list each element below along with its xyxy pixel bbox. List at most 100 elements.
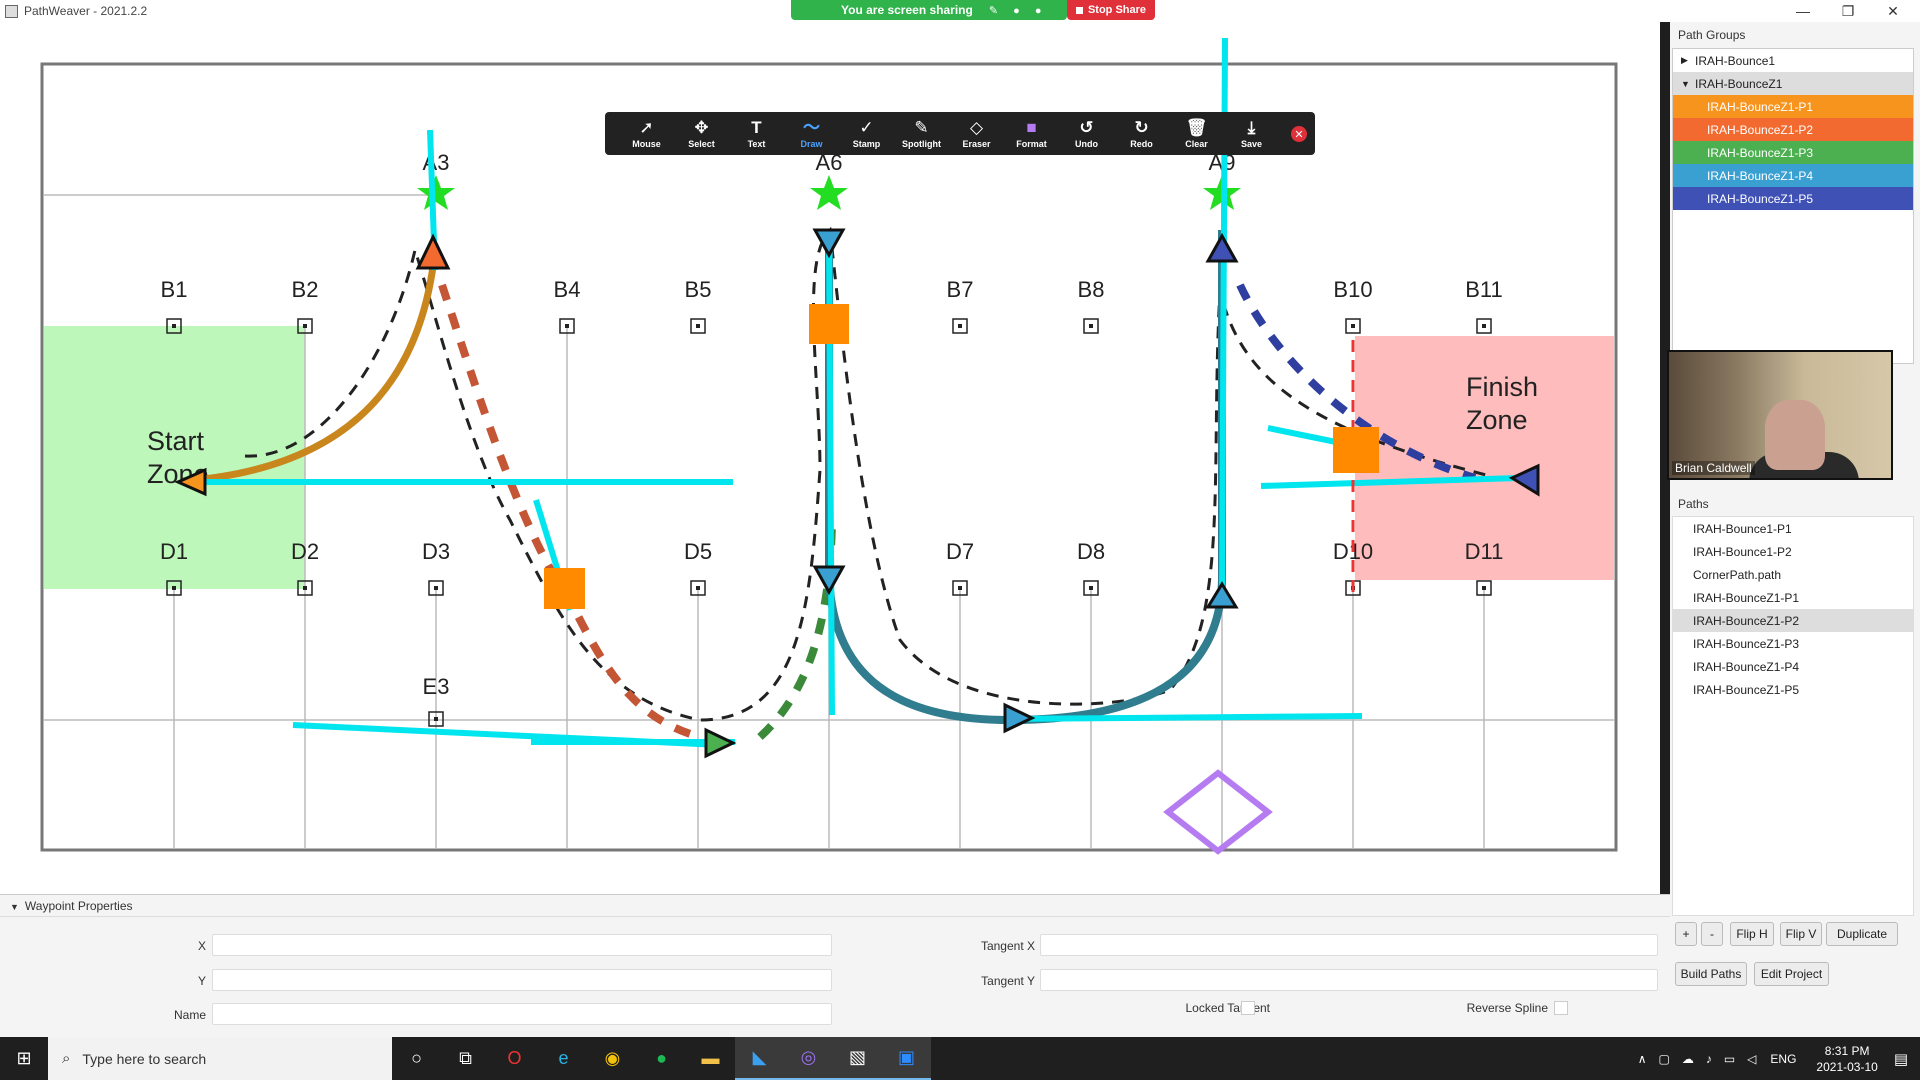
taskbar-search[interactable]: ⌕ Type here to search: [48, 1037, 392, 1080]
clock[interactable]: 8:31 PM 2021-03-10: [1816, 1043, 1877, 1075]
tangent-y-label: Tangent Y: [981, 974, 1035, 988]
group-child-row[interactable]: IRAH-BounceZ1-P5: [1673, 187, 1913, 210]
close-button[interactable]: ✕: [1873, 0, 1913, 22]
group-child-row[interactable]: IRAH-BounceZ1-P1: [1673, 95, 1913, 118]
y-input[interactable]: [212, 969, 832, 991]
tangent-x-label: Tangent X: [980, 939, 1035, 953]
waypoint-properties-header[interactable]: ▼ Waypoint Properties: [0, 895, 1670, 917]
remove-button[interactable]: -: [1701, 922, 1723, 946]
tool-save[interactable]: ⤓ Save: [1224, 118, 1279, 149]
opera-icon[interactable]: O: [490, 1037, 539, 1080]
taskbar: ⊞ ⌕ Type here to search ○ ⧉ O e ◉ ● ▬ ◣ …: [0, 1037, 1920, 1080]
minimize-button[interactable]: —: [1783, 0, 1823, 22]
close-toolbar-icon[interactable]: ✕: [1291, 126, 1307, 142]
spotify-icon[interactable]: ●: [637, 1037, 686, 1080]
vscode-icon[interactable]: ◣: [735, 1037, 784, 1080]
expanded-arrow-icon[interactable]: ▼: [1681, 79, 1695, 89]
group-row[interactable]: ▼ IRAH-BounceZ1: [1673, 72, 1913, 95]
window-title: PathWeaver - 2021.2.2: [24, 4, 148, 18]
tangent-x-input[interactable]: [1040, 934, 1658, 956]
language-indicator[interactable]: ENG: [1770, 1052, 1796, 1066]
tangent-y-input[interactable]: [1040, 969, 1658, 991]
search-placeholder: Type here to search: [82, 1050, 207, 1067]
tool-eraser[interactable]: ◇ Eraser: [949, 118, 1004, 149]
cloud-icon[interactable]: ☁: [1682, 1052, 1694, 1066]
path-groups-header: Path Groups: [1678, 28, 1746, 42]
pathweaver-icon[interactable]: ▧: [833, 1037, 882, 1080]
tool-spotlight[interactable]: ✎ Spotlight: [894, 118, 949, 149]
maximize-button[interactable]: ❐: [1828, 0, 1868, 22]
group-row[interactable]: ▶ IRAH-Bounce1: [1673, 49, 1913, 72]
check-icon: ✓: [859, 118, 874, 137]
group-child-row[interactable]: IRAH-BounceZ1-P2: [1673, 118, 1913, 141]
meet-now-icon[interactable]: ▢: [1658, 1052, 1669, 1066]
path-row[interactable]: IRAH-BounceZ1-P3: [1673, 632, 1913, 655]
file-explorer-icon[interactable]: ▬: [686, 1037, 735, 1080]
marker-label-b4: B4: [554, 277, 581, 302]
tool-mouse[interactable]: ➚ Mouse: [619, 118, 674, 149]
paths-header: Paths: [1678, 497, 1709, 511]
task-view-icon[interactable]: ⧉: [441, 1037, 490, 1080]
y-label: Y: [197, 974, 206, 988]
add-button[interactable]: +: [1675, 922, 1697, 946]
x-input[interactable]: [212, 934, 832, 956]
edit-project-button[interactable]: Edit Project: [1754, 962, 1829, 986]
marker-label-e3: E3: [423, 674, 450, 699]
app-icon[interactable]: ◎: [784, 1037, 833, 1080]
marker-label-b10: B10: [1333, 277, 1372, 302]
marker-label-b2: B2: [292, 277, 319, 302]
group-child-row[interactable]: IRAH-BounceZ1-P3: [1673, 141, 1913, 164]
marker-label-d5: D5: [684, 539, 712, 564]
video-thumbnail[interactable]: Brian Caldwell: [1667, 350, 1893, 480]
name-input[interactable]: [212, 1003, 832, 1025]
finish-zone-label-2: Zone: [1466, 405, 1528, 435]
marker-label-b5: B5: [685, 277, 712, 302]
expanded-arrow-icon: ▼: [10, 902, 19, 912]
path-row[interactable]: IRAH-BounceZ1-P4: [1673, 655, 1913, 678]
stop-share-button[interactable]: Stop Share: [1067, 0, 1155, 20]
path-row[interactable]: IRAH-Bounce1-P2: [1673, 540, 1913, 563]
tool-stamp[interactable]: ✓ Stamp: [839, 118, 894, 149]
path-row[interactable]: IRAH-BounceZ1-P5: [1673, 678, 1913, 701]
tool-format[interactable]: ■ Format: [1004, 118, 1059, 149]
collapsed-arrow-icon[interactable]: ▶: [1681, 55, 1695, 66]
build-paths-button[interactable]: Build Paths: [1675, 962, 1747, 986]
microphone-icon[interactable]: ♪: [1706, 1052, 1712, 1066]
path-row-selected[interactable]: IRAH-BounceZ1-P2: [1673, 609, 1913, 632]
windows-start-icon[interactable]: ⊞: [0, 1037, 48, 1080]
flip-v-button[interactable]: Flip V: [1780, 922, 1822, 946]
reverse-spline-checkbox[interactable]: [1554, 1001, 1568, 1015]
cortana-icon[interactable]: ○: [392, 1037, 441, 1080]
format-icon: ■: [1026, 118, 1037, 137]
path-row[interactable]: IRAH-Bounce1-P1: [1673, 517, 1913, 540]
eraser-icon: ◇: [969, 118, 984, 137]
field-canvas[interactable]: A3 A6 A9 B1 B2 B4 B5 B7 B8 B10 B11 D1 D2…: [0, 22, 1660, 894]
tool-undo[interactable]: ↺ Undo: [1059, 118, 1114, 149]
zoom-icon[interactable]: ▣: [882, 1037, 931, 1080]
marker-label-d11: D11: [1465, 539, 1504, 564]
tool-text[interactable]: T Text: [729, 118, 784, 149]
mouse-icon: ➚: [639, 118, 654, 137]
flip-h-button[interactable]: Flip H: [1730, 922, 1774, 946]
group-child-row[interactable]: IRAH-BounceZ1-P4: [1673, 164, 1913, 187]
path-row[interactable]: CornerPath.path: [1673, 563, 1913, 586]
marker-label-b11: B11: [1465, 277, 1503, 302]
path-row[interactable]: IRAH-BounceZ1-P1: [1673, 586, 1913, 609]
volume-icon[interactable]: ◁: [1747, 1052, 1756, 1066]
app-icon: [5, 4, 18, 18]
tool-select[interactable]: ✥ Select: [674, 118, 729, 149]
tool-redo[interactable]: ↻ Redo: [1114, 118, 1169, 149]
locked-tangent-checkbox[interactable]: [1241, 1001, 1255, 1015]
x-label: X: [197, 939, 206, 953]
chrome-icon[interactable]: ◉: [588, 1037, 637, 1080]
network-icon[interactable]: ▭: [1724, 1052, 1735, 1066]
tool-clear[interactable]: 🗑 Clear: [1169, 118, 1224, 149]
start-zone-label-1: Start: [147, 426, 205, 456]
tool-draw[interactable]: 〜 Draw: [784, 118, 839, 149]
notifications-icon[interactable]: ▤: [1894, 1050, 1908, 1068]
duplicate-button[interactable]: Duplicate: [1826, 922, 1898, 946]
save-icon: ⤓: [1247, 118, 1256, 137]
chevron-up-icon[interactable]: ∧: [1638, 1052, 1647, 1066]
share-controls-icon[interactable]: ✎ ● ●: [989, 4, 1048, 17]
edge-icon[interactable]: e: [539, 1037, 588, 1080]
